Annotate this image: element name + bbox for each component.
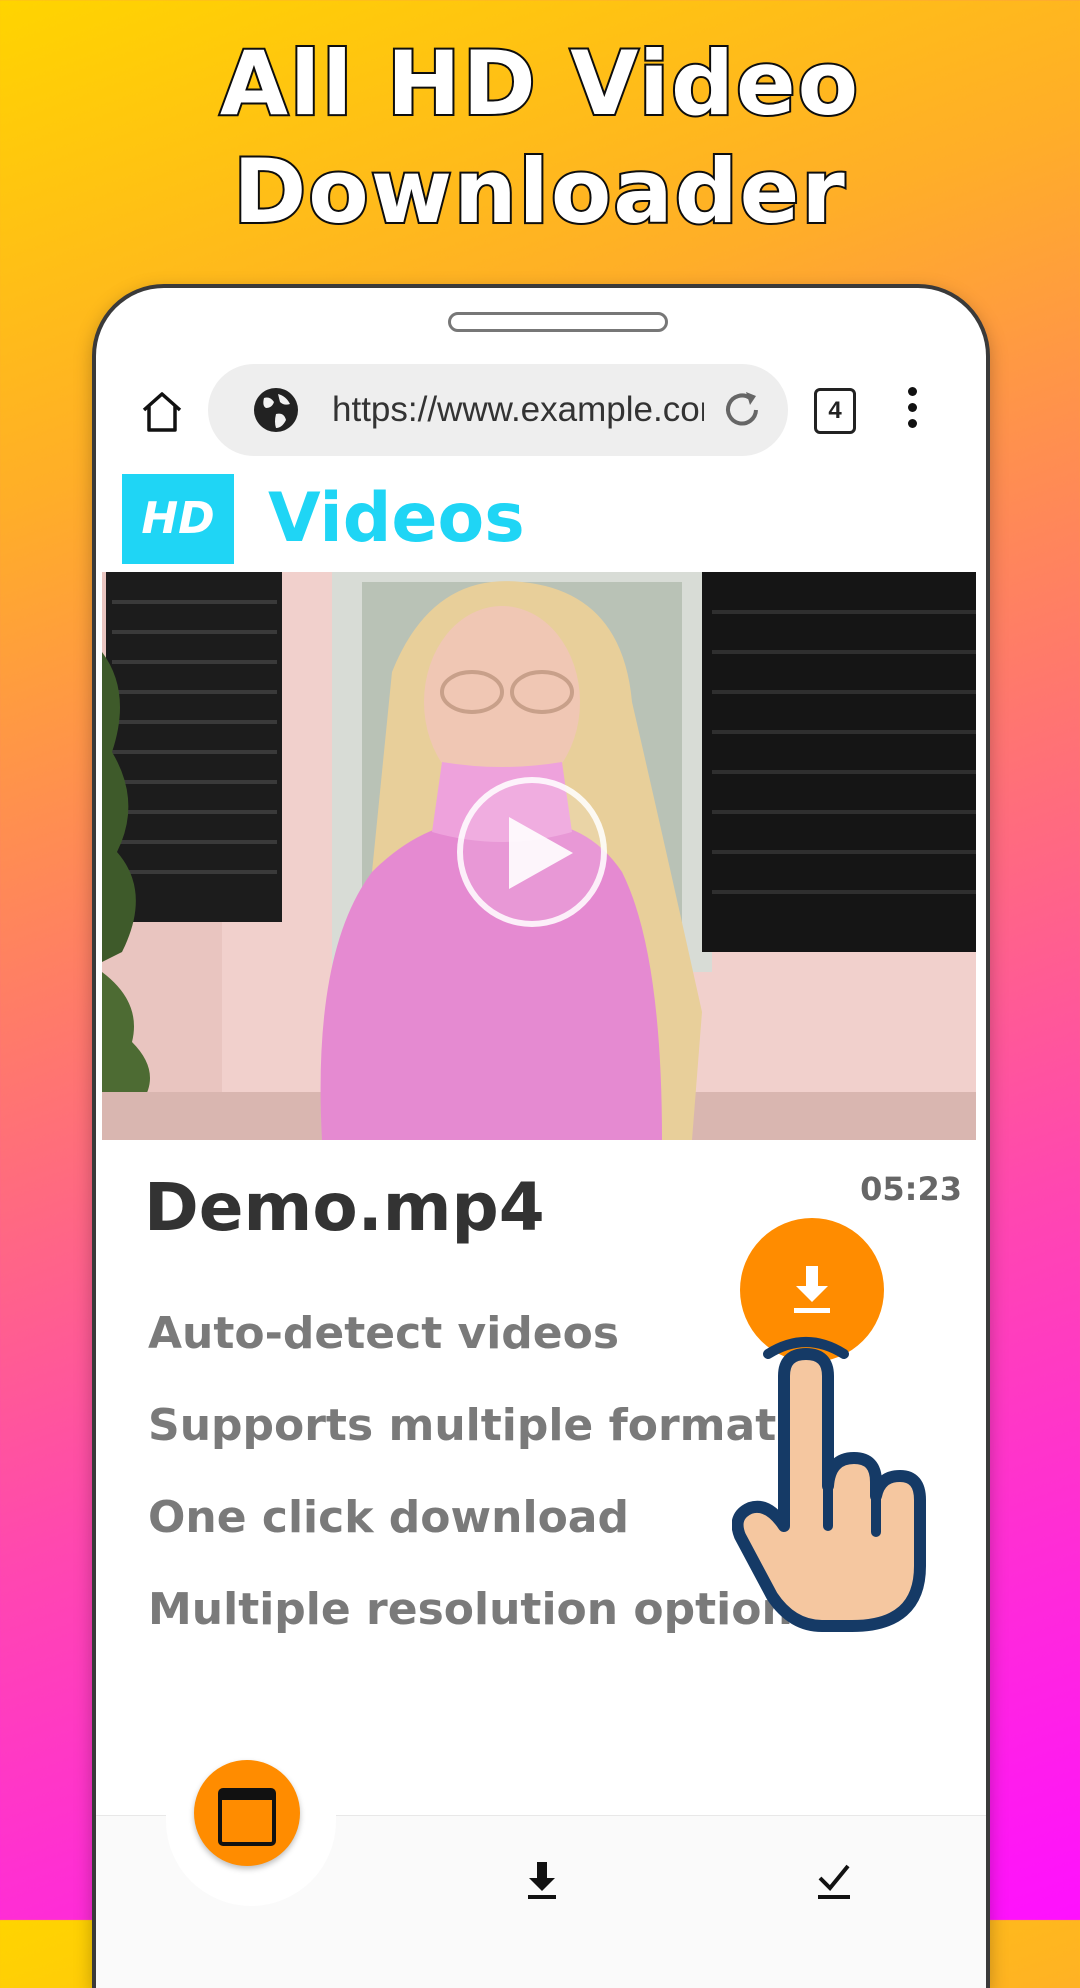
home-icon[interactable] xyxy=(138,388,186,436)
pointing-hand-icon xyxy=(732,1337,926,1632)
check-icon xyxy=(818,1864,850,1899)
reload-icon[interactable] xyxy=(720,388,764,432)
video-duration: 05:23 xyxy=(860,1170,962,1208)
headline: All HD Video Downloader xyxy=(0,30,1080,246)
phone-speaker xyxy=(448,312,668,332)
video-thumbnail[interactable] xyxy=(102,572,976,1140)
play-icon xyxy=(509,817,573,889)
nav-completed[interactable] xyxy=(812,1858,856,1906)
globe-icon xyxy=(252,386,300,434)
download-icon xyxy=(794,1266,830,1313)
headline-line-2: Downloader xyxy=(231,138,847,245)
file-name: Demo.mp4 xyxy=(144,1169,545,1246)
hd-logo: HD xyxy=(122,474,234,564)
tabs-button[interactable] xyxy=(194,1760,300,1866)
tabs-icon xyxy=(218,1788,276,1846)
more-vert-icon[interactable] xyxy=(902,382,922,442)
url-bar[interactable]: https://www.example.com xyxy=(208,364,788,456)
nav-downloads[interactable] xyxy=(520,1858,564,1906)
headline-line-1: All HD Video xyxy=(218,30,861,137)
play-button[interactable] xyxy=(457,777,607,927)
url-text[interactable]: https://www.example.com xyxy=(332,388,704,432)
brand-title: Videos xyxy=(268,479,525,558)
bottom-navigation xyxy=(96,1760,986,1988)
tab-count-button[interactable]: 4 xyxy=(814,388,856,434)
browser-toolbar: https://www.example.com 4 xyxy=(96,364,986,460)
download-icon xyxy=(528,1862,556,1899)
phone-frame: https://www.example.com 4 HD Videos Demo… xyxy=(92,284,990,1988)
